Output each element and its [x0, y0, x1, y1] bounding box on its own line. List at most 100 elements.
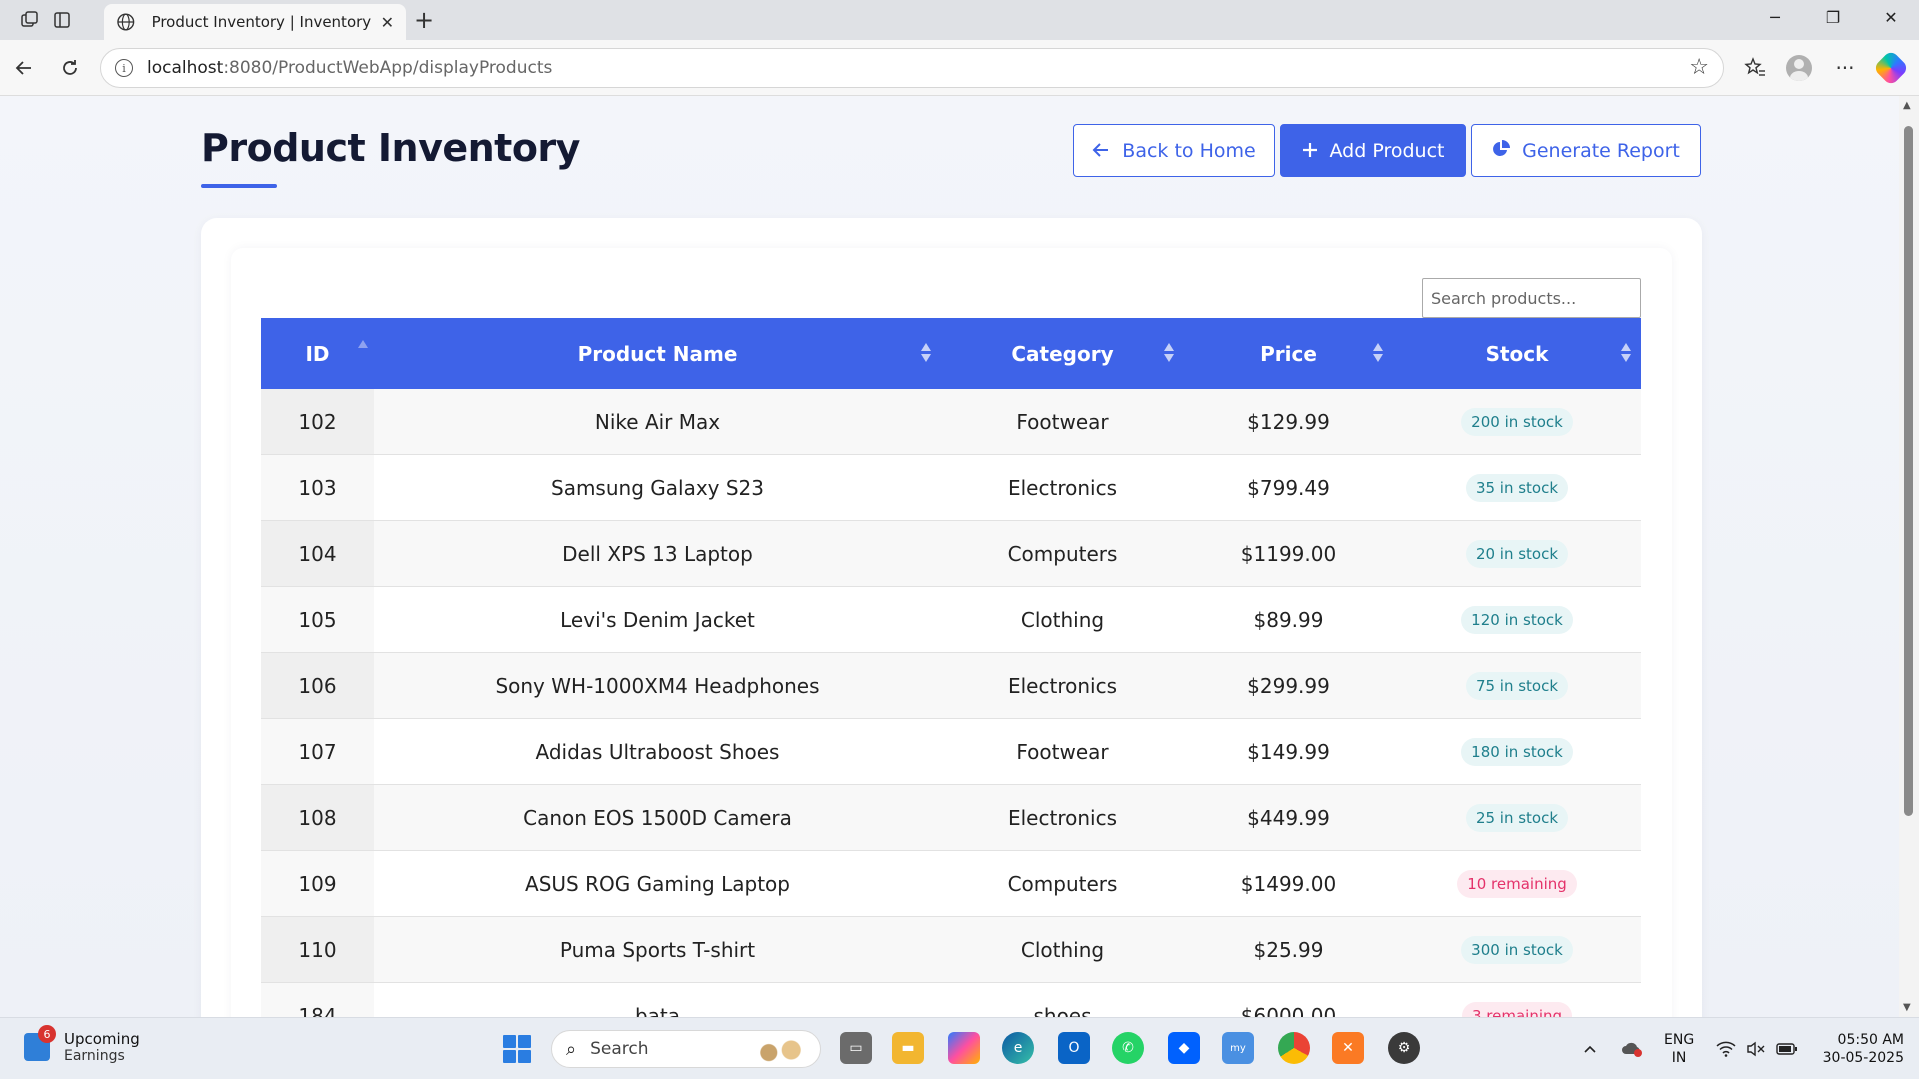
cell-price: $149.99: [1247, 739, 1330, 764]
cell-stock: 10 remaining: [1393, 851, 1641, 916]
edge-browser-icon[interactable]: e: [1002, 1032, 1034, 1064]
battery-icon[interactable]: [1776, 1018, 1798, 1079]
cell-stock: 120 in stock: [1393, 587, 1641, 652]
stock-badge: 35 in stock: [1465, 473, 1569, 502]
cell-stock: 3 remaining: [1393, 983, 1641, 1017]
table-row: 107 Adidas Ultraboost Shoes Footwear $149.9…: [261, 719, 1641, 785]
table-body: 102 Nike Air Max Footwear $129.99 200 in sto…: [261, 389, 1641, 1017]
minimize-icon[interactable]: ─: [1760, 8, 1790, 27]
cell-category: shoes: [1033, 1003, 1092, 1018]
page-scrollbar[interactable]: ▲ ▼: [1899, 96, 1919, 1017]
cell-id: 109: [261, 851, 374, 916]
outlook-icon[interactable]: O: [1058, 1032, 1090, 1064]
settings-gear-icon[interactable]: ⚙: [1388, 1032, 1420, 1064]
stock-badge: 10 remaining: [1457, 869, 1577, 898]
widgets-button[interactable]: 6 Upcoming Earnings: [24, 1025, 140, 1064]
wifi-icon[interactable]: [1716, 1018, 1736, 1079]
cell-category: Computers: [1007, 871, 1118, 896]
cell-id: 104: [261, 521, 374, 586]
header-category[interactable]: Category: [941, 318, 1184, 389]
new-tab-icon[interactable]: +: [414, 6, 434, 34]
products-table: ID Product Name Category Price Stock 102…: [261, 318, 1641, 1017]
language-indicator[interactable]: ENG IN: [1664, 1018, 1694, 1079]
site-info-icon[interactable]: i: [115, 59, 133, 77]
reload-icon[interactable]: [56, 54, 84, 82]
sort-asc-icon: [358, 340, 368, 360]
profile-avatar[interactable]: [1784, 54, 1814, 82]
copilot-icon[interactable]: [1872, 49, 1910, 87]
sort-icon: [921, 343, 931, 363]
whatsapp-icon[interactable]: ✆: [1112, 1032, 1144, 1064]
url-host: localhost: [147, 58, 224, 78]
search-input[interactable]: [1422, 278, 1641, 318]
generate-report-button[interactable]: Generate Report: [1471, 124, 1701, 177]
widget-subtitle: Earnings: [64, 1048, 125, 1064]
mysql-icon[interactable]: my: [1222, 1032, 1254, 1064]
cell-product-name: Dell XPS 13 Laptop: [562, 541, 753, 566]
close-window-icon[interactable]: ✕: [1876, 8, 1906, 27]
header-product-name[interactable]: Product Name: [374, 318, 941, 389]
cell-price: $799.49: [1247, 475, 1330, 500]
cell-product-name: Nike Air Max: [594, 409, 721, 434]
address-bar[interactable]: i localhost:8080/ProductWebApp/displayPr…: [100, 48, 1724, 88]
stock-badge: 180 in stock: [1461, 737, 1573, 766]
workspaces-icon[interactable]: [18, 8, 42, 32]
chrome-icon[interactable]: [1278, 1032, 1310, 1064]
pie-chart-icon: [1492, 139, 1511, 163]
cell-stock: 35 in stock: [1393, 455, 1641, 520]
file-explorer-icon[interactable]: ▬: [892, 1032, 924, 1064]
cell-id: 110: [261, 917, 374, 982]
cell-product-name: ASUS ROG Gaming Laptop: [525, 871, 790, 896]
search-highlight-icon: [752, 1037, 808, 1063]
table-row: 103 Samsung Galaxy S23 Electronics $799.49 3…: [261, 455, 1641, 521]
copilot-app-icon[interactable]: [948, 1032, 980, 1064]
globe-icon: [117, 13, 135, 31]
header-id[interactable]: ID: [261, 318, 374, 389]
cell-stock: 200 in stock: [1393, 389, 1641, 454]
restore-icon[interactable]: ❐: [1818, 8, 1848, 27]
cell-price: $299.99: [1247, 673, 1330, 698]
add-product-button[interactable]: Add Product: [1280, 124, 1466, 177]
notification-badge: 6: [38, 1025, 56, 1043]
start-windows-icon[interactable]: [503, 1035, 531, 1063]
cell-product-name: Adidas Ultraboost Shoes: [535, 739, 780, 764]
widgets-icon: 6: [24, 1025, 56, 1061]
back-to-home-button[interactable]: Back to Home: [1073, 124, 1275, 177]
clock[interactable]: 05:50 AM 30-05-2025: [1814, 1018, 1904, 1079]
cell-price: $89.99: [1253, 607, 1324, 632]
volume-muted-icon[interactable]: [1746, 1018, 1766, 1079]
xampp-icon[interactable]: ✕: [1332, 1032, 1364, 1064]
cell-id: 103: [261, 455, 374, 520]
onedrive-icon[interactable]: [1620, 1018, 1644, 1079]
page-title: Product Inventory: [201, 126, 580, 170]
header-price[interactable]: Price: [1184, 318, 1393, 389]
more-options-icon[interactable]: ···: [1830, 54, 1860, 82]
stock-badge: 200 in stock: [1461, 407, 1573, 436]
browser-tab-bar: Product Inventory | Inventory Syst ✕ + ─…: [0, 0, 1919, 40]
cell-category: Electronics: [1007, 805, 1117, 830]
tab-actions-icon[interactable]: [50, 8, 74, 32]
cell-category: Footwear: [1016, 739, 1109, 764]
show-hidden-icons[interactable]: [1582, 1018, 1598, 1079]
scroll-down-icon[interactable]: ▼: [1903, 1002, 1911, 1013]
table-row: 102 Nike Air Max Footwear $129.99 200 in sto…: [261, 389, 1641, 455]
close-tab-icon[interactable]: ✕: [381, 13, 394, 32]
stock-badge: 20 in stock: [1465, 539, 1569, 568]
favorite-star-icon[interactable]: ☆: [1689, 55, 1709, 80]
cell-category: Electronics: [1007, 475, 1117, 500]
cell-category: Clothing: [1020, 937, 1105, 962]
scrollbar-thumb[interactable]: [1904, 126, 1913, 816]
back-arrow-icon[interactable]: [10, 54, 38, 82]
cell-category: Computers: [1007, 541, 1118, 566]
scroll-up-icon[interactable]: ▲: [1903, 100, 1911, 111]
cell-id: 105: [261, 587, 374, 652]
taskbar-search[interactable]: ⌕ Search: [551, 1030, 821, 1068]
favorites-icon[interactable]: [1740, 54, 1770, 82]
cell-id: 184: [261, 983, 374, 1017]
cell-price: $6000.00: [1240, 1003, 1337, 1018]
active-tab[interactable]: Product Inventory | Inventory Syst ✕: [104, 4, 406, 40]
header-stock[interactable]: Stock: [1393, 318, 1641, 389]
task-view-icon[interactable]: ▭: [840, 1032, 872, 1064]
cell-product-name: Canon EOS 1500D Camera: [523, 805, 792, 830]
dropbox-icon[interactable]: ◆: [1168, 1032, 1200, 1064]
